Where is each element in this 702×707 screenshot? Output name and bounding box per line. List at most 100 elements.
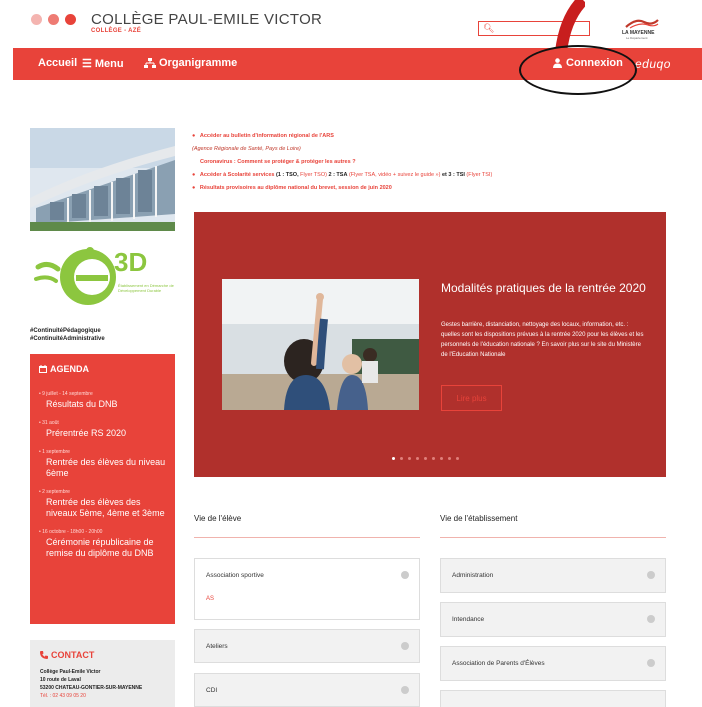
agenda-item[interactable]: • 2 septembre Rentrée des élèves des niv… — [39, 489, 166, 519]
announcement-link[interactable]: Flyer TSO) — [300, 172, 327, 178]
contact-city: 53200 CHATEAU-GONTIER-SUR-MAYENNE — [40, 685, 143, 691]
agenda-text[interactable]: Prérentrée RS 2020 — [39, 428, 166, 439]
announcement-note: (Agence Régionale de Santé, Pays de Loir… — [192, 143, 662, 156]
news-slider[interactable]: Modalités pratiques de la rentrée 2020 G… — [194, 212, 666, 477]
section-title-etablissement: Vie de l'établissement — [440, 514, 518, 523]
agenda-item[interactable]: • 31 août Prérentrée RS 2020 — [39, 420, 166, 439]
eduqo-logo[interactable]: eduqo — [635, 57, 671, 71]
slide-title[interactable]: Modalités pratiques de la rentrée 2020 — [441, 281, 646, 296]
bullet-icon: ● — [192, 185, 196, 191]
announcement-link[interactable]: Accéder à Scolarité services — [200, 172, 275, 178]
slider-dot[interactable] — [424, 457, 427, 460]
accordion-label: Ateliers — [206, 643, 228, 650]
accordion-next[interactable] — [440, 690, 666, 707]
read-more-button[interactable]: Lire plus — [441, 385, 502, 411]
toggle-icon[interactable] — [647, 615, 655, 623]
slider-dot[interactable] — [432, 457, 435, 460]
search-icon: 🔍︎ — [483, 23, 495, 33]
announcement-item[interactable]: Coronavirus : Comment se protéger & prot… — [192, 156, 662, 169]
e3d-label: 3D — [114, 247, 148, 277]
e3d-logo[interactable]: 3D Établissement en Démarche de Développ… — [30, 245, 175, 320]
slider-pager — [392, 457, 459, 460]
agenda-date-text: 1 septembre — [42, 449, 70, 455]
toggle-icon[interactable] — [401, 571, 409, 579]
announcement-text: (1 : TSO, — [276, 172, 299, 178]
agenda-header: AGENDA — [39, 364, 166, 374]
agenda-date-text: 31 août — [42, 420, 59, 426]
agenda-text[interactable]: Cérémonie républicaine de remise du dipl… — [39, 537, 166, 559]
agenda-date: • 2 septembre — [39, 489, 70, 495]
school-building-photo — [30, 128, 175, 231]
announcement-link[interactable]: (Flyer TSI) — [466, 172, 492, 178]
agenda-text[interactable]: Rentrée des élèves du niveau 6ème — [39, 457, 166, 479]
slider-dot[interactable] — [400, 457, 403, 460]
slider-dot[interactable] — [440, 457, 443, 460]
announcement-link[interactable]: Accéder au bulletin d'information région… — [200, 133, 334, 139]
toggle-icon[interactable] — [401, 642, 409, 650]
accordion-ateliers[interactable]: Ateliers — [194, 629, 420, 663]
accordion-parents[interactable]: Association de Parents d'Élèves — [440, 646, 666, 681]
calendar-icon — [39, 365, 47, 373]
section-divider — [194, 537, 420, 538]
agenda-text[interactable]: Résultats du DNB — [39, 399, 166, 410]
accordion-label: Intendance — [452, 616, 485, 623]
classroom-photo[interactable] — [222, 279, 419, 410]
site-title[interactable]: COLLÈGE PAUL-EMILE VICTOR — [91, 11, 322, 28]
contact-header: CONTACT — [40, 650, 165, 660]
slider-dot[interactable] — [448, 457, 451, 460]
site-subtitle: COLLÈGE - AZÉ — [91, 28, 142, 34]
agenda-date: • 31 août — [39, 420, 59, 426]
agenda-date-text: 16 octobre - 18h00 - 20h00 — [42, 529, 103, 535]
accordion-association-sportive[interactable]: Association sportive AS — [194, 558, 420, 620]
logo-dot — [48, 14, 59, 25]
accordion-administration[interactable]: Administration — [440, 558, 666, 593]
toggle-icon[interactable] — [647, 571, 655, 579]
section-title-eleve: Vie de l'élève — [194, 514, 242, 523]
annotation-circle — [519, 45, 637, 95]
announcement-list: ● Accéder au bulletin d'information régi… — [192, 130, 662, 195]
announcement-item[interactable]: ● Résultats provisoires au diplôme natio… — [192, 182, 662, 195]
agenda-item[interactable]: • 16 octobre - 18h00 - 20h00 Cérémonie r… — [39, 529, 166, 559]
toggle-icon[interactable] — [401, 686, 409, 694]
announcement-link[interactable]: (Flyer TSA, vidéo + suivez le guide ») — [349, 172, 440, 178]
announcement-item[interactable]: ● Accéder à Scolarité services (1 : TSO,… — [192, 169, 662, 182]
phone-icon — [40, 651, 48, 659]
agenda-date: • 16 octobre - 18h00 - 20h00 — [39, 529, 103, 535]
logo-dot — [65, 14, 76, 25]
announcement-link[interactable]: Résultats provisoires au diplôme nationa… — [200, 185, 392, 191]
announcement-link[interactable]: Coronavirus : Comment se protéger & prot… — [200, 159, 356, 165]
slider-dot[interactable] — [416, 457, 419, 460]
announcement-text: 2 : TSA — [328, 172, 348, 178]
nav-home-label: Accueil — [38, 57, 78, 69]
accordion-label: Association sportive — [206, 572, 264, 579]
logo-dots — [31, 14, 76, 25]
mayenne-logo-icon — [625, 19, 659, 29]
hamburger-icon: ☰ — [82, 58, 92, 70]
nav-home[interactable]: Accueil — [38, 57, 77, 69]
accordion-cdi[interactable]: CDI — [194, 673, 420, 707]
section-divider — [440, 537, 666, 538]
agenda-date: • 9 juillet - 14 septembre — [39, 391, 93, 397]
toggle-icon[interactable] — [647, 659, 655, 667]
announcement-text: et 3 : TSI — [441, 172, 465, 178]
slide-text: Gestes barrière, distanciation, nettoyag… — [441, 322, 644, 358]
agenda-item[interactable]: • 9 juillet - 14 septembre Résultats du … — [39, 391, 166, 410]
slider-dot[interactable] — [392, 457, 395, 460]
accordion-intendance[interactable]: Intendance — [440, 602, 666, 637]
slider-dot[interactable] — [456, 457, 459, 460]
slider-dot[interactable] — [408, 457, 411, 460]
agenda-text[interactable]: Rentrée des élèves des niveaux 5ème, 4èm… — [39, 497, 166, 519]
nav-menu[interactable]: ☰ Menu — [82, 57, 124, 71]
logo-dot — [31, 14, 42, 25]
partner-logo[interactable]: LA MAYENNE Le Département — [622, 16, 662, 40]
accordion-label: Administration — [452, 572, 494, 579]
accordion-link[interactable]: AS — [206, 596, 214, 602]
contact-phone[interactable]: Tél. : 02 43 09 05 20 — [40, 692, 165, 700]
contact-name: Collège Paul-Emile Victor — [40, 669, 101, 675]
nav-org[interactable]: Organigramme — [144, 57, 237, 69]
agenda-date: • 1 septembre — [39, 449, 70, 455]
e3d-text: Établissement en Démarche de Développeme… — [118, 283, 174, 293]
announcement-item[interactable]: ● Accéder au bulletin d'information régi… — [192, 130, 662, 143]
site-header: COLLÈGE PAUL-EMILE VICTOR COLLÈGE - AZÉ … — [0, 0, 702, 48]
agenda-item[interactable]: • 1 septembre Rentrée des élèves du nive… — [39, 449, 166, 479]
